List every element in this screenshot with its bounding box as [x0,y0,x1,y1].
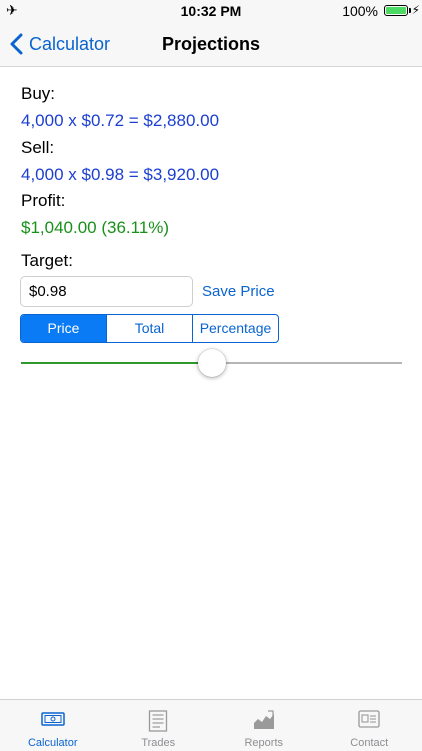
sell-value: 4,000 x $0.98 = $3,920.00 [21,165,219,185]
save-price-button[interactable]: Save Price [202,283,275,300]
tab-reports[interactable]: Reports [211,700,317,751]
target-mode-segmented-control: Price Total Percentage [20,314,279,343]
tab-label: Contact [317,737,422,749]
tab-trades[interactable]: Trades [106,700,212,751]
target-label: Target: [21,251,73,271]
segment-price[interactable]: Price [21,315,106,342]
tab-label: Calculator [0,737,106,749]
chevron-left-icon [10,33,23,55]
tab-bar: Calculator Trades Reports Contact [0,699,422,751]
segment-total[interactable]: Total [106,315,192,342]
buy-value: 4,000 x $0.72 = $2,880.00 [21,111,219,131]
profit-label: Profit: [21,191,65,211]
tab-contact[interactable]: Contact [317,700,422,751]
navigation-bar: Calculator Projections [0,22,422,67]
segment-percentage[interactable]: Percentage [192,315,278,342]
target-price-input[interactable] [20,276,193,307]
reports-icon [253,710,275,730]
target-slider[interactable] [21,348,402,378]
slider-thumb[interactable] [198,349,226,377]
slider-track-minimum [21,362,212,364]
tab-label: Trades [106,737,212,749]
tab-label: Reports [211,737,317,749]
slider-track-maximum [212,362,403,364]
back-button[interactable]: Calculator [10,22,110,66]
battery-percentage: 100% [342,3,378,19]
profit-value: $1,040.00 (36.11%) [21,218,169,238]
charging-bolt-icon: ⚡ [412,3,420,17]
trades-icon [148,710,168,732]
calculator-icon [41,710,65,728]
contact-icon [358,710,380,728]
status-bar: ✈ 10:32 PM 100% ⚡ [0,0,422,22]
battery-icon [384,5,408,16]
tab-calculator[interactable]: Calculator [0,700,106,751]
sell-label: Sell: [21,138,54,158]
buy-label: Buy: [21,84,55,104]
back-button-label: Calculator [29,34,110,55]
